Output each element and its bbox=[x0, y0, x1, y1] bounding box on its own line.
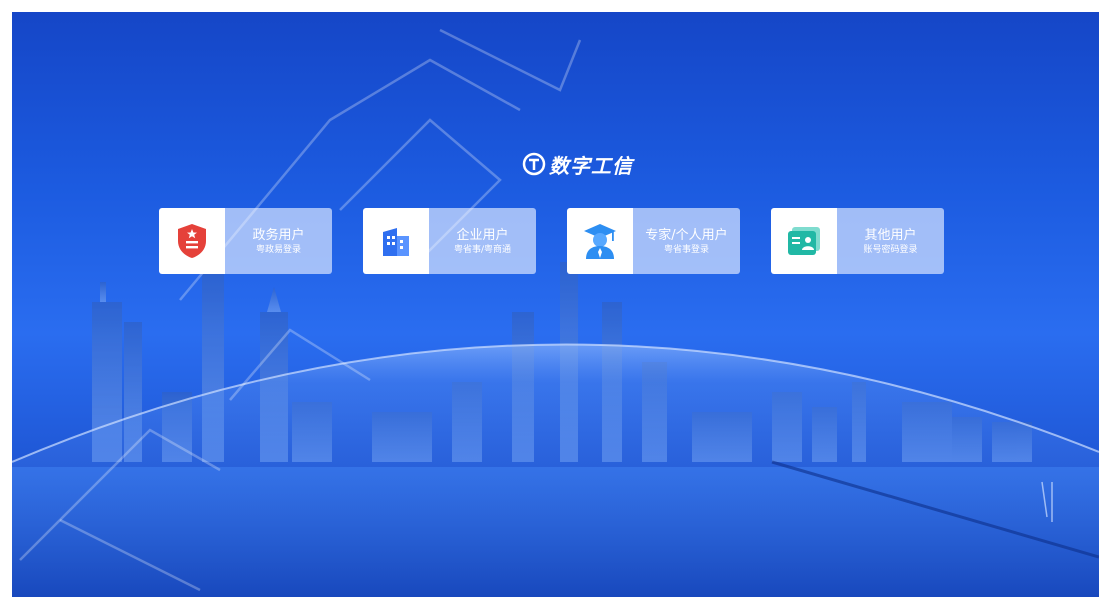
enterprise-user-icon-box bbox=[363, 208, 429, 274]
expert-user-title: 专家/个人用户 bbox=[645, 227, 728, 243]
enterprise-user-subtitle: 粤省事/粤商通 bbox=[453, 244, 512, 255]
expert-user-login-card[interactable]: 专家/个人用户 粤省事登录 bbox=[567, 208, 740, 274]
login-page: 数字工信 政务用户 粤政易登录 企业用户 粤省事/粤商通 专家/个人用户 粤省事… bbox=[12, 12, 1099, 597]
other-user-subtitle: 账号密码登录 bbox=[863, 244, 918, 255]
gov-user-subtitle: 粤政易登录 bbox=[255, 244, 301, 255]
gov-user-login-card[interactable]: 政务用户 粤政易登录 bbox=[159, 208, 332, 274]
expert-user-subtitle: 粤省事登录 bbox=[663, 244, 709, 255]
enterprise-user-title: 企业用户 bbox=[456, 227, 509, 243]
other-user-icon-box bbox=[771, 208, 837, 274]
building-icon bbox=[383, 228, 409, 256]
login-options: 政务用户 粤政易登录 企业用户 粤省事/粤商通 专家/个人用户 粤省事登录 其他… bbox=[159, 208, 945, 274]
graduate-icon bbox=[584, 224, 616, 259]
other-user-login-card[interactable]: 其他用户 账号密码登录 bbox=[771, 208, 944, 274]
city-skyline-background bbox=[12, 262, 1099, 597]
expert-user-text: 专家/个人用户 粤省事登录 bbox=[633, 208, 740, 274]
logo-text: 数字工信 bbox=[549, 153, 633, 178]
expert-user-icon-box bbox=[567, 208, 633, 274]
other-user-title: 其他用户 bbox=[864, 227, 917, 243]
site-logo: 数字工信 bbox=[522, 150, 633, 178]
gov-user-text: 政务用户 粤政易登录 bbox=[225, 208, 332, 274]
enterprise-user-login-card[interactable]: 企业用户 粤省事/粤商通 bbox=[363, 208, 536, 274]
logo-mark-icon bbox=[522, 152, 546, 176]
id-card-icon bbox=[788, 227, 820, 255]
gov-user-title: 政务用户 bbox=[252, 227, 305, 243]
enterprise-user-text: 企业用户 粤省事/粤商通 bbox=[429, 208, 536, 274]
gov-user-icon-box bbox=[159, 208, 225, 274]
other-user-text: 其他用户 账号密码登录 bbox=[837, 208, 944, 274]
shield-badge-icon bbox=[178, 224, 206, 258]
